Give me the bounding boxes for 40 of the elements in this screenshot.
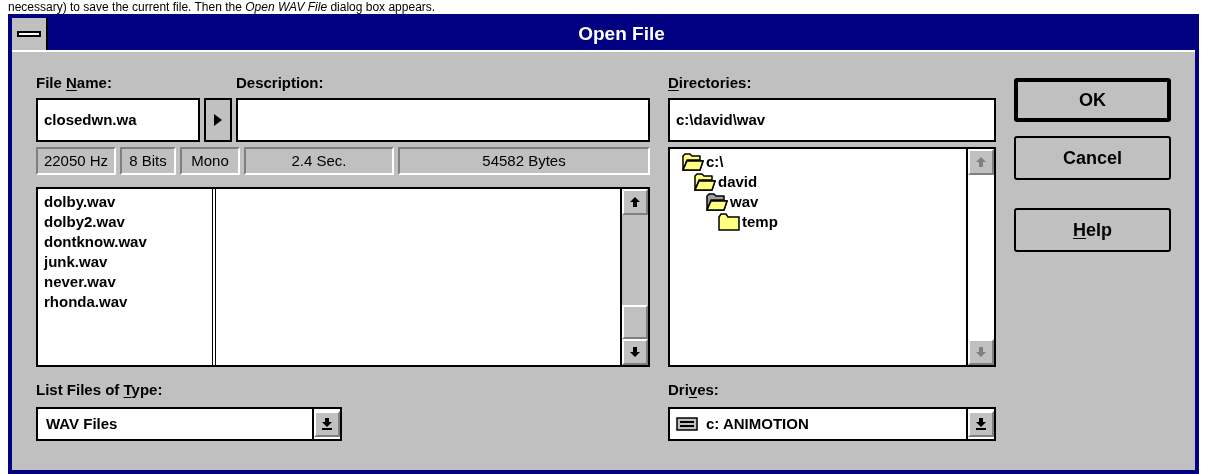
file-item[interactable]: never.wav bbox=[44, 272, 212, 292]
drives-dropdown[interactable]: c: ANIMOTION bbox=[668, 407, 996, 441]
file-name-label: File Name: bbox=[36, 74, 113, 92]
window-title: Open File bbox=[577, 21, 666, 46]
file-item[interactable]: junk.wav bbox=[44, 252, 212, 272]
scroll-thumb[interactable] bbox=[622, 305, 648, 339]
info-cell: 8 Bits bbox=[120, 147, 176, 175]
file-item[interactable]: rhonda.wav bbox=[44, 292, 212, 312]
drive-icon bbox=[676, 417, 698, 431]
description-label: Description: bbox=[236, 74, 324, 92]
scrollbar[interactable] bbox=[620, 189, 648, 365]
dialog-button[interactable]: Cancel bbox=[1014, 136, 1171, 180]
info-cell: 54582 Bytes bbox=[398, 147, 650, 175]
directories-label: Directories: bbox=[668, 74, 752, 92]
directory-item[interactable]: temp bbox=[718, 212, 966, 232]
open-folder-icon bbox=[706, 193, 728, 211]
dialog-button[interactable]: Help bbox=[1014, 208, 1171, 252]
directory-item[interactable]: wav bbox=[706, 192, 966, 212]
file-name-field[interactable]: closedwn.wa bbox=[36, 98, 200, 142]
info-cell: 22050 Hz bbox=[36, 147, 116, 175]
directory-item[interactable]: david bbox=[694, 172, 966, 192]
info-cell: Mono bbox=[180, 147, 240, 175]
open-folder-icon bbox=[682, 153, 704, 171]
play-icon bbox=[213, 113, 223, 127]
drives-label: Drives: bbox=[668, 381, 720, 399]
dialog-button[interactable]: OK bbox=[1014, 78, 1171, 122]
file-type-dropdown[interactable]: WAV Files bbox=[36, 407, 342, 441]
file-type-label: List Files of Type: bbox=[36, 381, 164, 399]
file-item[interactable]: dolby2.wav bbox=[44, 212, 212, 232]
open-folder-icon bbox=[694, 173, 716, 191]
description-field[interactable] bbox=[236, 98, 650, 142]
caption-text: necessary) to save the current file. Then the Open WAV File dialog box appears. bbox=[8, 0, 436, 14]
file-item[interactable]: dolby.wav bbox=[44, 192, 212, 212]
system-menu-button[interactable] bbox=[12, 18, 48, 50]
play-button[interactable] bbox=[204, 98, 232, 142]
directory-path-field[interactable]: c:\david\wav bbox=[668, 98, 996, 142]
directory-item[interactable]: c:\ bbox=[682, 152, 966, 172]
folder-icon bbox=[718, 213, 740, 231]
file-item[interactable]: dontknow.wav bbox=[44, 232, 212, 252]
info-cell: 2.4 Sec. bbox=[244, 147, 394, 175]
